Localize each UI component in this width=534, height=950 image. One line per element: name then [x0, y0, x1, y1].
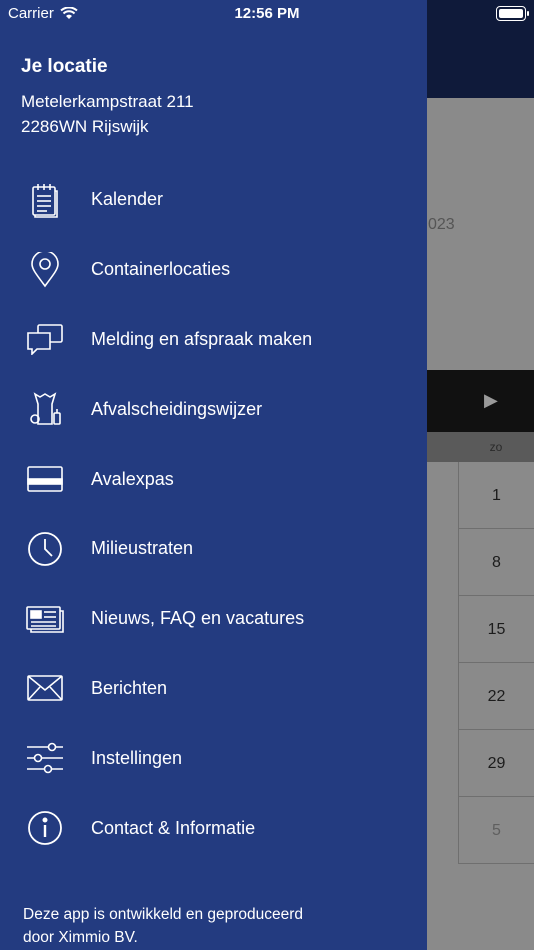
- menu-label: Berichten: [91, 677, 168, 698]
- location-street: Metelerkampstraat 211: [21, 92, 194, 111]
- battery-icon: [496, 6, 529, 21]
- calendar-day[interactable]: 15: [458, 596, 534, 663]
- status-time: 12:56 PM: [234, 5, 300, 22]
- navigation-drawer: Je locatie Metelerkampstraat 211 2286WN …: [0, 0, 427, 950]
- menu-item-milieustraten[interactable]: Milieustraten: [0, 514, 427, 584]
- menu-item-kalender[interactable]: Kalender: [0, 165, 427, 235]
- sliders-icon: [25, 738, 65, 778]
- calendar-day[interactable]: 29: [458, 730, 534, 797]
- menu-label: Afvalscheidingswijzer: [91, 398, 263, 419]
- footer-line: door Ximmio BV.: [23, 929, 138, 946]
- year-label: 023: [428, 216, 455, 233]
- menu-item-melding[interactable]: Melding en afspraak maken: [0, 305, 427, 375]
- menu-item-contact[interactable]: Contact & Informatie: [0, 793, 427, 863]
- weekday-sunday: zo: [489, 440, 503, 454]
- envelope-icon: [25, 668, 65, 708]
- menu-item-berichten[interactable]: Berichten: [0, 654, 427, 724]
- clock-icon: [25, 529, 65, 569]
- menu-label: Kalender: [91, 189, 164, 210]
- location-postal-city: 2286WN Rijswijk: [21, 117, 149, 136]
- calendar-list-icon: [25, 180, 65, 220]
- status-bar: Carrier 12:56 PM: [0, 0, 534, 28]
- calendar-day[interactable]: 1: [458, 462, 534, 529]
- chat-bubbles-icon: [25, 319, 65, 359]
- info-icon: [25, 808, 65, 848]
- menu-item-instellingen[interactable]: Instellingen: [0, 723, 427, 793]
- location-title: Je locatie: [21, 56, 108, 77]
- card-icon: [25, 459, 65, 499]
- menu-label: Avalexpas: [91, 468, 174, 489]
- menu-item-containerlocaties[interactable]: Containerlocaties: [0, 235, 427, 305]
- menu-label: Melding en afspraak maken: [91, 328, 313, 349]
- calendar-day[interactable]: 5: [458, 797, 534, 864]
- footer-credit: Deze app is ontwikkeld en geproduceerd d…: [23, 903, 383, 949]
- menu-label: Milieustraten: [91, 538, 194, 559]
- waste-sorting-icon: [25, 389, 65, 429]
- next-month-icon[interactable]: ▶: [484, 390, 498, 411]
- menu-label: Contact & Informatie: [91, 817, 256, 838]
- calendar-day[interactable]: 8: [458, 529, 534, 596]
- menu-label: Nieuws, FAQ en vacatures: [91, 608, 305, 629]
- menu-item-afvalscheidingswijzer[interactable]: Afvalscheidingswijzer: [0, 374, 427, 444]
- menu-label: Instellingen: [91, 747, 183, 768]
- newspaper-icon: [25, 599, 65, 639]
- drawer-menu: Kalender Containerlocaties Melding en af…: [0, 165, 427, 863]
- menu-item-nieuws[interactable]: Nieuws, FAQ en vacatures: [0, 584, 427, 654]
- menu-label: Containerlocaties: [91, 259, 231, 280]
- menu-item-avalexpas[interactable]: Avalexpas: [0, 444, 427, 514]
- calendar-day[interactable]: 22: [458, 663, 534, 730]
- map-pin-icon: [25, 250, 65, 290]
- footer-line: Deze app is ontwikkeld en geproduceerd: [23, 906, 304, 923]
